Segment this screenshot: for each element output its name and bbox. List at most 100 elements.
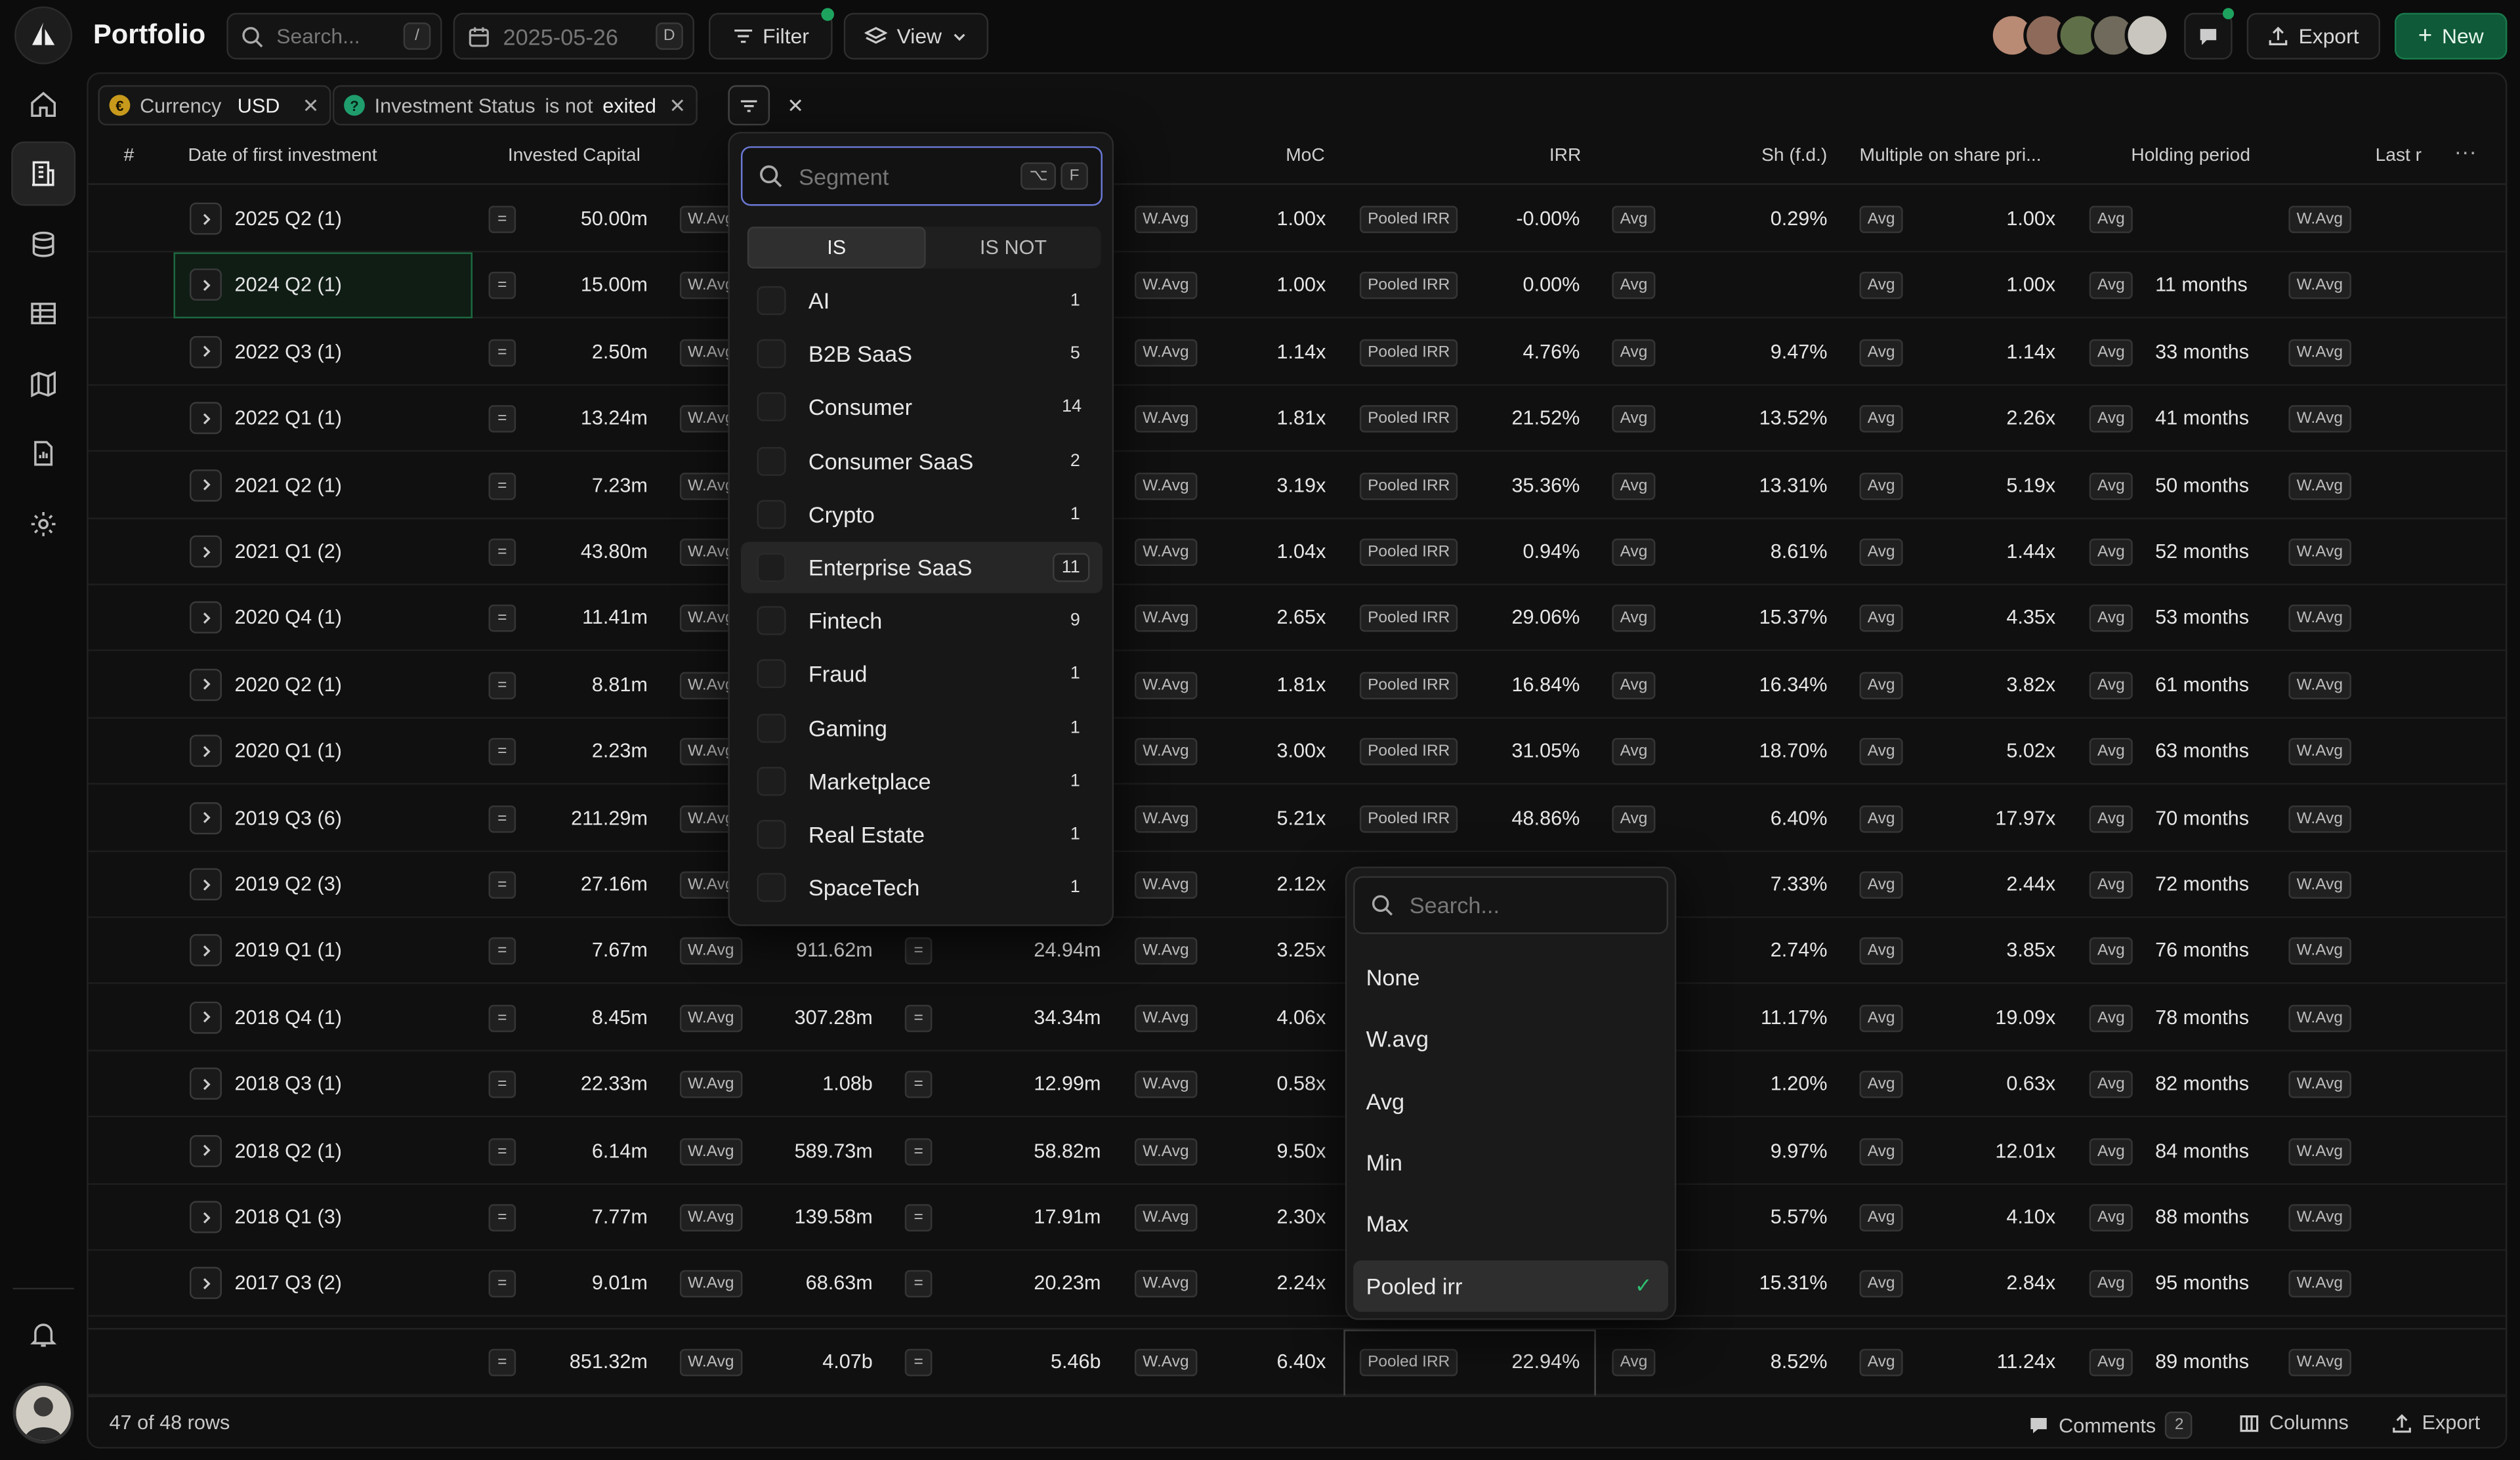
agg-tag[interactable]: Avg: [1859, 1071, 1903, 1099]
agg-tag[interactable]: Avg: [1859, 1137, 1903, 1165]
agg-tag[interactable]: W.Avg: [2288, 738, 2351, 766]
agg-tag[interactable]: Pooled IRR: [1359, 538, 1458, 567]
checkbox[interactable]: [757, 606, 786, 635]
agg-tag[interactable]: Avg: [2089, 605, 2133, 633]
agg-tag[interactable]: W.Avg: [1134, 1137, 1197, 1165]
agg-tag[interactable]: Avg: [1859, 937, 1903, 966]
bell-icon[interactable]: [11, 1302, 75, 1367]
agg-tag[interactable]: W.Avg: [1134, 804, 1197, 832]
export-button[interactable]: Export: [2246, 12, 2380, 60]
agg-tag[interactable]: W.Avg: [679, 1270, 742, 1299]
agg-tag[interactable]: Pooled IRR: [1359, 738, 1458, 766]
agg-tag[interactable]: W.Avg: [1134, 1348, 1197, 1377]
chevron-right-icon[interactable]: [189, 802, 222, 834]
agg-tag[interactable]: Avg: [1859, 672, 1903, 699]
agg-tag[interactable]: Avg: [2089, 272, 2133, 300]
agg-tag[interactable]: =: [488, 1071, 516, 1099]
chevron-right-icon[interactable]: [189, 668, 222, 701]
comments-button[interactable]: Comments 2: [2028, 1411, 2193, 1439]
agg-tag[interactable]: Avg: [1859, 871, 1903, 899]
segment-option[interactable]: B2B SaaS 5: [741, 328, 1102, 379]
database-icon[interactable]: [11, 212, 75, 276]
table-row[interactable]: 2019 Q3 (6)=211.29mW.Avg=W.Avg5.21xPoole…: [88, 786, 2506, 851]
chevron-right-icon[interactable]: [189, 868, 222, 901]
agg-tag[interactable]: W.Avg: [679, 1204, 742, 1232]
segment-option[interactable]: Consumer 14: [741, 381, 1102, 433]
filter-chip-investment-status[interactable]: ? Investment Status is not exited ✕: [332, 85, 698, 126]
agg-tag[interactable]: Avg: [2089, 1071, 2133, 1099]
map-icon[interactable]: [11, 352, 75, 416]
agg-tag[interactable]: W.Avg: [1134, 405, 1197, 433]
col-multiple-share-price[interactable]: Multiple on share pri...: [1859, 146, 2041, 165]
agg-tag[interactable]: =: [488, 937, 516, 966]
filter-chip-currency[interactable]: € Currency USD ✕: [98, 85, 331, 126]
segment-option[interactable]: AI 1: [741, 275, 1102, 326]
agg-tag[interactable]: Avg: [2089, 1270, 2133, 1299]
agg-tag[interactable]: =: [904, 1270, 933, 1299]
close-icon[interactable]: ✕: [669, 93, 686, 117]
agg-tag[interactable]: Avg: [2089, 1004, 2133, 1032]
agg-tag[interactable]: W.Avg: [2288, 937, 2351, 966]
segment-option[interactable]: Crypto 1: [741, 488, 1102, 540]
agg-tag[interactable]: W.Avg: [2288, 1071, 2351, 1099]
toggle-is[interactable]: IS: [747, 226, 926, 268]
agg-tag[interactable]: =: [904, 1348, 933, 1377]
agg-tag[interactable]: Avg: [2089, 472, 2133, 500]
agg-tag[interactable]: W.Avg: [2288, 339, 2351, 366]
view-button[interactable]: View: [843, 12, 989, 60]
agg-tag[interactable]: Pooled IRR: [1359, 405, 1458, 433]
table-row[interactable]: 2018 Q4 (1) = 8.45m W.Avg 307.28m = 34.34m W.Av…: [88, 985, 2506, 1052]
aggregation-option[interactable]: Max: [1353, 1198, 1668, 1249]
agg-tag[interactable]: =: [488, 1204, 516, 1232]
agg-tag[interactable]: W.Avg: [679, 1137, 742, 1165]
agg-tag[interactable]: W.Avg: [1134, 871, 1197, 899]
agg-tag[interactable]: W.Avg: [1134, 1004, 1197, 1032]
agg-tag[interactable]: Pooled IRR: [1359, 1348, 1458, 1377]
agg-tag[interactable]: W.Avg: [679, 1071, 742, 1099]
collaborator-avatars[interactable]: [1989, 12, 2170, 60]
aggregation-option[interactable]: W.avg: [1353, 1014, 1668, 1065]
building-icon[interactable]: [11, 141, 76, 206]
agg-tag[interactable]: Pooled IRR: [1359, 605, 1458, 633]
segment-option[interactable]: Enterprise SaaS 11: [740, 542, 1103, 593]
footer-export-button[interactable]: Export: [2391, 1411, 2480, 1434]
table-row[interactable]: 2018 Q3 (1) = 22.33m W.Avg 1.08b = 12.99m W.Avg…: [88, 1052, 2506, 1118]
chevron-right-icon[interactable]: [189, 1267, 222, 1300]
checkbox[interactable]: [757, 393, 786, 422]
agg-tag[interactable]: Pooled IRR: [1359, 672, 1458, 699]
checkbox[interactable]: [757, 819, 786, 849]
aggregation-option[interactable]: Avg: [1353, 1075, 1668, 1126]
table-icon[interactable]: [11, 282, 75, 346]
agg-tag[interactable]: W.Avg: [679, 937, 742, 966]
user-avatar[interactable]: [12, 1383, 74, 1444]
agg-tag[interactable]: Avg: [1859, 272, 1903, 300]
chevron-right-icon[interactable]: [189, 1201, 222, 1234]
agg-tag[interactable]: =: [488, 339, 516, 366]
agg-tag[interactable]: W.Avg: [1134, 205, 1197, 234]
agg-tag[interactable]: Avg: [2089, 1348, 2133, 1377]
agg-tag[interactable]: =: [488, 1348, 516, 1377]
agg-tag[interactable]: =: [488, 405, 516, 433]
table-row[interactable]: 2021 Q1 (2)=43.80mW.Avg=W.Avg1.04xPooled…: [88, 519, 2506, 586]
agg-tag[interactable]: W.Avg: [2288, 1204, 2351, 1232]
aggregation-option[interactable]: None: [1353, 952, 1668, 1003]
table-row[interactable]: 2021 Q2 (1)=7.23mW.Avg=W.Avg3.19xPooled …: [88, 453, 2506, 519]
table-row[interactable]: 2017 Q3 (2) = 9.01m W.Avg 68.63m = 20.23m W.Avg…: [88, 1251, 2506, 1318]
agg-tag[interactable]: =: [488, 1270, 516, 1299]
agg-tag[interactable]: Pooled IRR: [1359, 472, 1458, 500]
agg-tag[interactable]: Avg: [1859, 1204, 1903, 1232]
home-icon[interactable]: [11, 72, 75, 137]
checkbox[interactable]: [757, 660, 786, 689]
agg-tag[interactable]: Avg: [2089, 672, 2133, 699]
chevron-right-icon[interactable]: [189, 202, 222, 235]
date-picker[interactable]: 2025-05-26 D: [453, 12, 694, 60]
agg-tag[interactable]: Avg: [2089, 871, 2133, 899]
agg-tag[interactable]: Avg: [1859, 472, 1903, 500]
table-row[interactable]: 2018 Q2 (1) = 6.14m W.Avg 589.73m = 58.82m W.Av…: [88, 1119, 2506, 1184]
segment-search-input[interactable]: Segment ⌥ F: [740, 146, 1103, 206]
agg-tag[interactable]: Avg: [1612, 339, 1656, 366]
add-filter-button[interactable]: [728, 85, 770, 126]
table-row[interactable]: 2022 Q3 (1)=2.50mW.Avg=W.Avg1.14xPooled …: [88, 320, 2506, 386]
agg-tag[interactable]: Avg: [2089, 738, 2133, 766]
filter-button[interactable]: Filter: [709, 8, 835, 60]
